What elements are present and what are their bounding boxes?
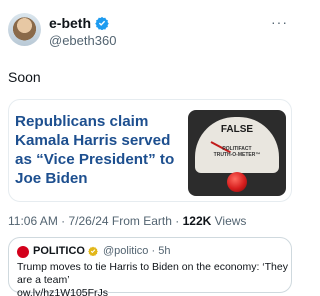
meter-face: FALSE POLITIFACT TRUTH-O-METER™ — [195, 117, 279, 173]
tweet-date[interactable]: 7/26/24 — [69, 214, 109, 228]
tweet-time[interactable]: 11:06 AM — [8, 214, 58, 228]
author-display-name[interactable]: e-beth — [49, 15, 91, 31]
quoted-age[interactable]: 5h — [158, 245, 170, 257]
author-handle[interactable]: @ebeth360 — [49, 33, 116, 48]
quoted-author-name[interactable]: POLITICO — [33, 245, 85, 257]
meter-knob — [227, 172, 247, 192]
more-options-icon[interactable]: ··· — [271, 14, 288, 30]
avatar[interactable] — [8, 13, 41, 46]
tweet-text: Soon — [8, 69, 41, 85]
verified-badge-icon — [95, 16, 109, 30]
quoted-text: Trump moves to tie Harris to Biden on th… — [17, 261, 289, 296]
truth-o-meter: FALSE POLITIFACT TRUTH-O-METER™ — [188, 110, 286, 196]
quoted-author-row[interactable]: POLITICO — [33, 245, 98, 257]
views-count: 122K — [182, 214, 212, 228]
politico-avatar[interactable] — [17, 246, 29, 258]
meter-brand: POLITIFACT TRUTH-O-METER™ — [195, 146, 279, 158]
views-label: Views — [214, 214, 247, 228]
tweet-source: From Earth — [111, 214, 172, 228]
quoted-link[interactable]: ow.ly/hz1W105FrJs — [17, 287, 289, 296]
tweet-metadata: 11:06 AM · 7/26/24 From Earth · 122K Vie… — [8, 214, 247, 228]
meter-rating: FALSE — [220, 124, 254, 135]
verified-badge-icon — [88, 246, 98, 256]
quoted-text-body: Trump moves to tie Harris to Biden on th… — [17, 261, 288, 286]
media-headline: Republicans claim Kamala Harris served a… — [15, 113, 175, 187]
quoted-author-handle[interactable]: @politico — [103, 245, 148, 257]
quoted-handle-row: @politico · 5h — [103, 245, 171, 257]
author-name-row[interactable]: e-beth — [49, 15, 109, 31]
tweet-media-image[interactable]: Republicans claim Kamala Harris served a… — [8, 99, 292, 202]
meter-brand-bottom: TRUTH-O-METER™ — [213, 152, 261, 158]
quoted-tweet[interactable]: POLITICO @politico · 5h Trump moves to t… — [8, 237, 292, 296]
